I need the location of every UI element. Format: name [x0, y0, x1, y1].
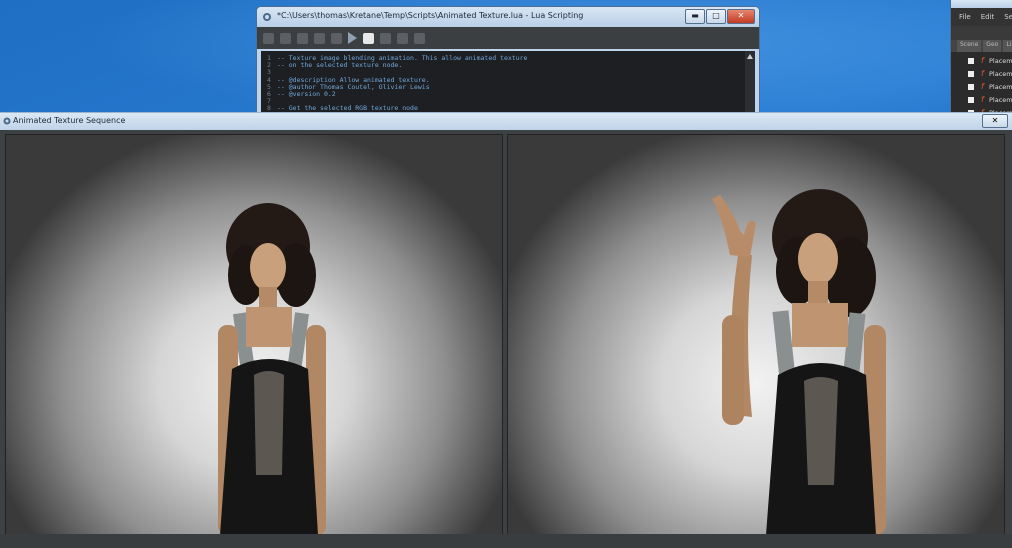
tab-geo[interactable]: Geo — [983, 40, 1002, 52]
menu-edit[interactable]: Edit — [981, 13, 995, 21]
tab-scene[interactable]: Scene — [957, 40, 982, 52]
scene-tabs: Scene Geo Li — [951, 40, 1012, 52]
menu-se[interactable]: Se — [1004, 13, 1012, 21]
checkbox[interactable] — [968, 58, 974, 64]
undo-icon[interactable] — [314, 32, 325, 44]
editor-titlebar[interactable]: *C:\Users\thomas\Kretane\Temp\Scripts\An… — [257, 7, 759, 27]
scroll-up-arrow-icon[interactable] — [747, 54, 753, 59]
tree-item[interactable]: fPlacement — [951, 69, 1012, 82]
checkbox[interactable] — [968, 71, 974, 77]
maximize-button[interactable]: □ — [706, 9, 726, 24]
checkbox[interactable] — [968, 97, 974, 103]
animated-texture-sequence-window: Animated Texture Sequence ✕ — [0, 112, 1012, 548]
placement-icon: f — [981, 69, 984, 78]
scene-menubar: File Edit Se — [951, 8, 1012, 26]
viewer-close-button[interactable]: ✕ — [982, 114, 1008, 128]
viewer-bottom-bar — [0, 534, 1012, 548]
help-icon[interactable] — [414, 32, 425, 44]
code-line: 6 -- @version 0.2 — [267, 90, 336, 98]
viewer-titlebar[interactable]: Animated Texture Sequence ✕ — [0, 113, 1012, 130]
tree-item[interactable]: fPlacement — [951, 82, 1012, 95]
editor-title: *C:\Users\thomas\Kretane\Temp\Scripts\An… — [277, 11, 584, 20]
open-file-icon[interactable] — [280, 32, 291, 44]
editor-app-icon — [263, 13, 271, 21]
menu-file[interactable]: File — [959, 13, 971, 21]
woman-waving-image — [712, 189, 886, 535]
editor-toolbar — [257, 27, 759, 49]
placement-icon: f — [981, 82, 984, 91]
scene-toolbar — [951, 26, 1012, 40]
tree-item[interactable]: fPlacement — [951, 56, 1012, 69]
redo-icon[interactable] — [331, 32, 342, 44]
tree-item[interactable]: fPlacement — [951, 95, 1012, 108]
texture-frame-left — [5, 134, 503, 536]
save-icon[interactable] — [297, 32, 308, 44]
placement-icon: f — [981, 95, 984, 104]
viewer-title: Animated Texture Sequence — [13, 116, 126, 125]
code-line: 3 — [267, 68, 271, 76]
checkbox[interactable] — [968, 84, 974, 90]
stop-icon[interactable] — [363, 32, 374, 44]
new-file-icon[interactable] — [263, 32, 274, 44]
code-line: 8 -- Get the selected RGB texture node — [267, 104, 418, 112]
tab-li[interactable]: Li — [1003, 40, 1012, 52]
scene-window-titlebar[interactable] — [951, 0, 1012, 8]
editor-window-controls: ▬ □ ✕ — [685, 9, 755, 24]
woman-standing-image — [218, 203, 326, 535]
settings-icon[interactable] — [397, 32, 408, 44]
run-icon[interactable] — [348, 32, 357, 44]
texture-frame-right — [507, 134, 1005, 536]
code-line: 2 -- on the selected texture node. — [267, 61, 403, 69]
close-button[interactable]: ✕ — [727, 9, 755, 24]
placement-icon: f — [981, 56, 984, 65]
step-icon[interactable] — [380, 32, 391, 44]
scene-tree: fPlacement fPlacement fPlacement fPlacem… — [951, 52, 1012, 121]
viewer-app-icon — [3, 117, 11, 125]
minimize-button[interactable]: ▬ — [685, 9, 705, 24]
